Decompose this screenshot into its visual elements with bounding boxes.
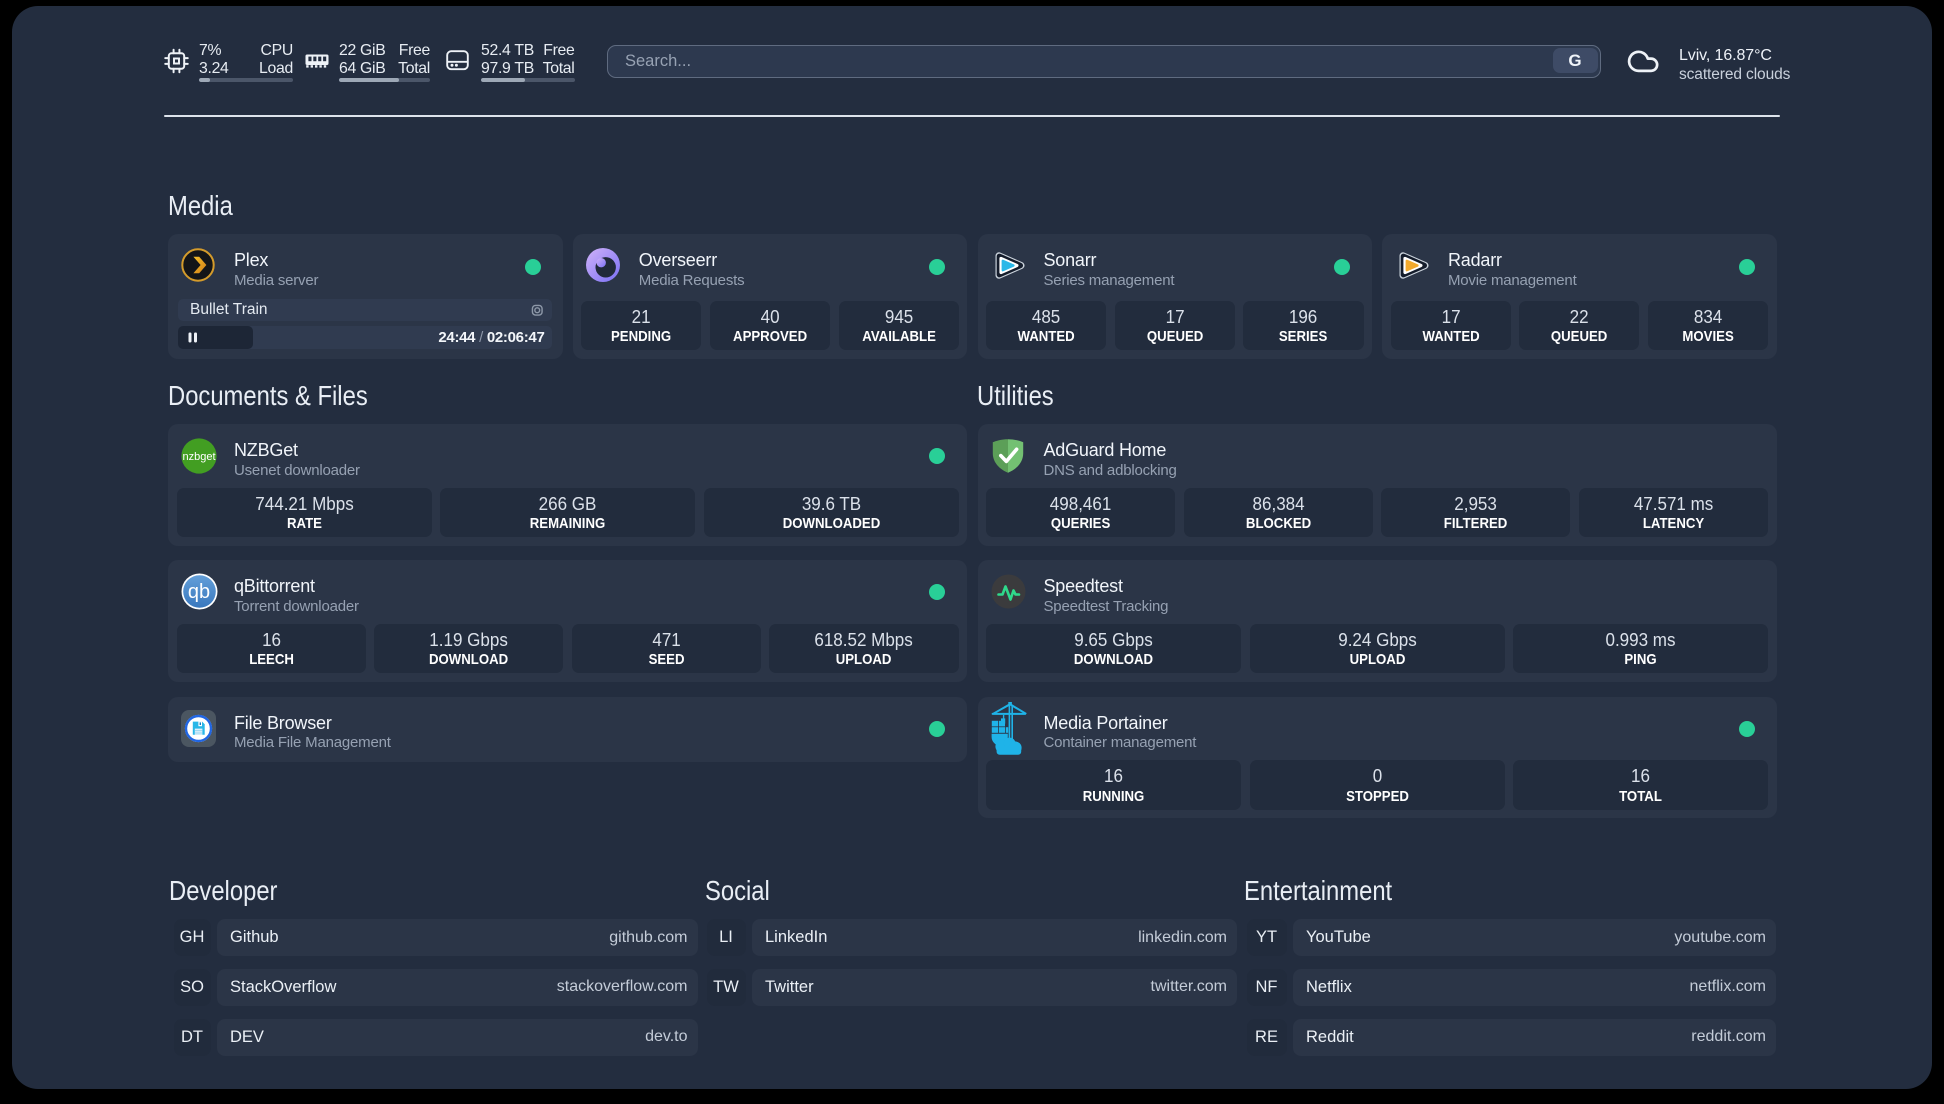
svg-text:qb: qb (188, 581, 210, 603)
svg-text:nzbget: nzbget (182, 451, 215, 463)
